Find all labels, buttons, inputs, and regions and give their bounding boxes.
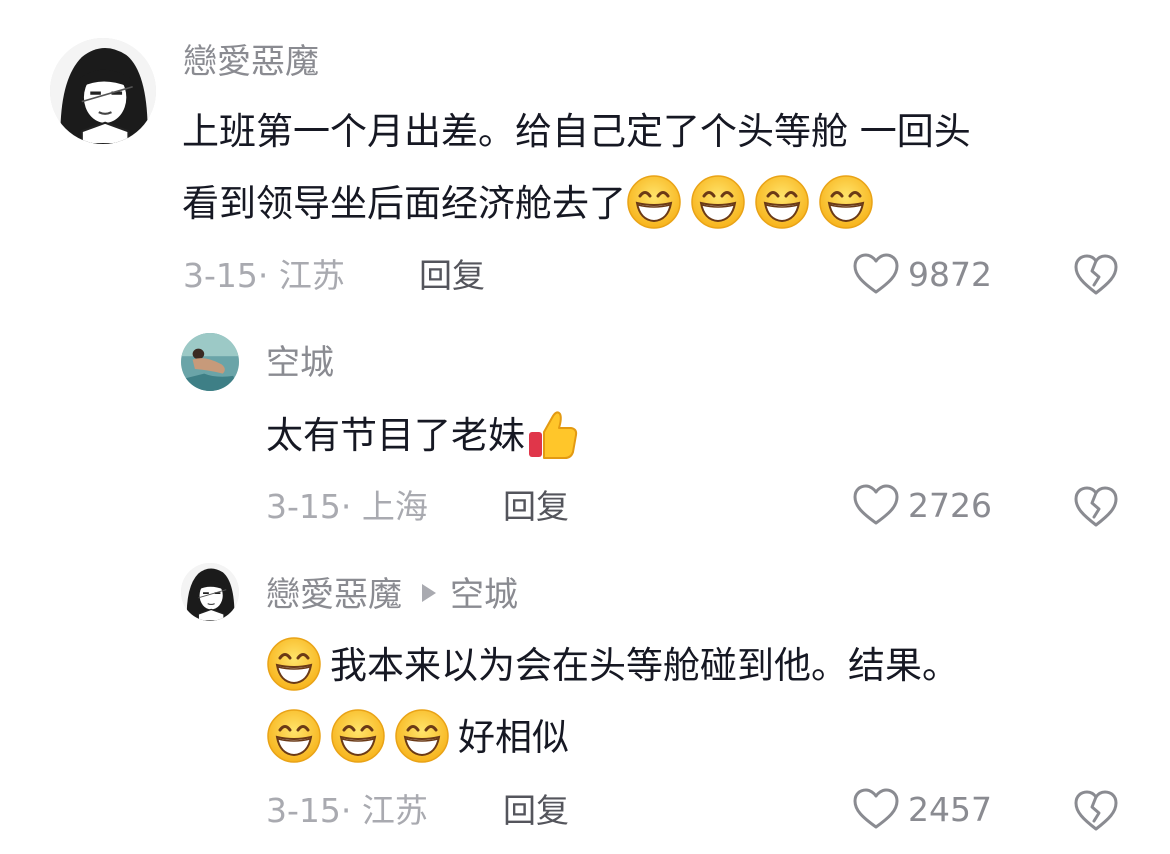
grin-emoji	[266, 636, 322, 692]
username: 戀愛惡魔 空城	[266, 575, 518, 615]
avatar[interactable]	[181, 333, 239, 391]
comment-text-line: 好相似	[266, 702, 959, 774]
dislike-icon[interactable]	[1073, 485, 1119, 529]
like-count: 9872	[908, 254, 992, 294]
date-location: 3-15· 江苏	[183, 256, 345, 295]
grin-emoji	[394, 708, 450, 764]
heart-icon	[852, 787, 900, 831]
like-button[interactable]: 9872	[852, 252, 992, 296]
comment-text-line-text: 太有节目了老妹	[266, 414, 525, 457]
comment-text: 上班第一个月出差。给自己定了个头等舱 一回头 看到领导坐后面经济舱去了	[182, 96, 971, 240]
reply-button[interactable]: 回复	[503, 487, 569, 527]
comment-text-line-text: 看到领导坐后面经济舱去了	[182, 182, 626, 225]
grin-emoji	[690, 174, 746, 230]
avatar[interactable]	[181, 563, 239, 621]
username[interactable]: 空城	[266, 343, 334, 383]
heart-icon	[852, 252, 900, 296]
grin-emoji	[626, 174, 682, 230]
comment-text-line: 我本来以为会在头等舱碰到他。结果。	[266, 630, 959, 702]
like-count: 2726	[908, 485, 992, 525]
comment-text: 太有节目了老妹	[266, 400, 589, 472]
reply-button[interactable]: 回复	[503, 791, 569, 831]
grin-emoji	[818, 174, 874, 230]
dislike-icon[interactable]	[1073, 253, 1119, 297]
comment-text-line-text: 好相似	[458, 716, 569, 759]
date-location: 3-15· 上海	[266, 487, 428, 526]
like-button[interactable]: 2457	[852, 787, 992, 831]
grin-emoji	[266, 708, 322, 764]
heart-icon	[852, 483, 900, 527]
comment-text-line: 上班第一个月出差。给自己定了个头等舱 一回头	[182, 110, 971, 153]
grin-emoji	[330, 708, 386, 764]
avatar[interactable]	[50, 38, 156, 144]
comment-text: 我本来以为会在头等舱碰到他。结果。 好相似	[266, 630, 959, 774]
comment-text-line-text: 我本来以为会在头等舱碰到他。结果。	[330, 644, 959, 687]
grin-emoji	[754, 174, 810, 230]
reply-target-username[interactable]: 空城	[450, 575, 518, 615]
username[interactable]: 戀愛惡魔	[183, 42, 319, 82]
username-text[interactable]: 戀愛惡魔	[266, 575, 402, 615]
reply-button[interactable]: 回复	[419, 256, 485, 296]
comment-text-line: 看到领导坐后面经济舱去了	[182, 168, 971, 240]
date-location: 3-15· 江苏	[266, 791, 428, 830]
dislike-icon[interactable]	[1073, 789, 1119, 833]
like-button[interactable]: 2726	[852, 483, 992, 527]
reply-arrow-icon	[422, 584, 436, 602]
like-count: 2457	[908, 789, 992, 829]
thumbs-up-emoji	[525, 406, 581, 462]
